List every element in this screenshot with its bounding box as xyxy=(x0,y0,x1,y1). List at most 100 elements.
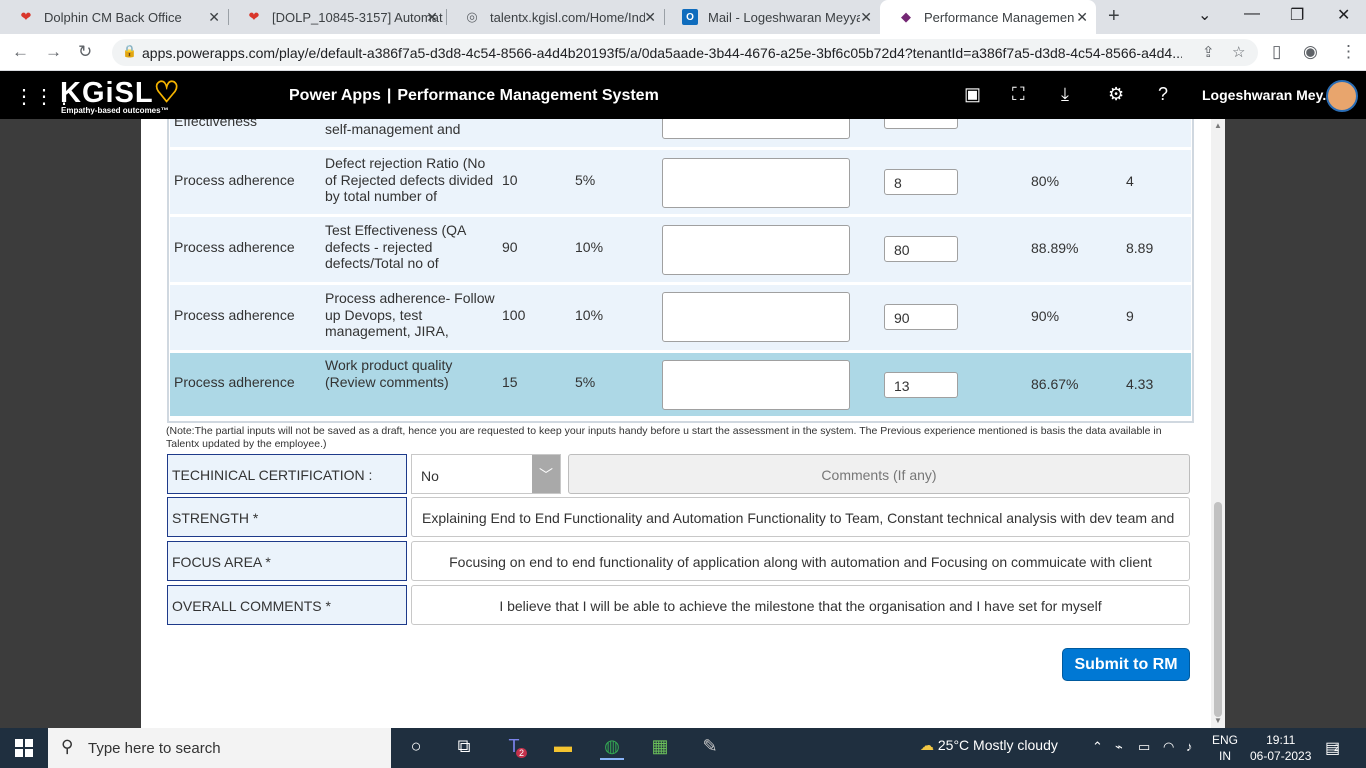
language-indicator[interactable]: ENG IN xyxy=(1212,732,1238,764)
settings-gear-icon[interactable]: ⚙ xyxy=(1108,84,1124,105)
scroll-down-icon[interactable]: ▼ xyxy=(1214,716,1222,725)
browser-tab-performance[interactable]: ◆ Performance Management S ✕ xyxy=(880,0,1096,34)
minimize-icon[interactable]: — xyxy=(1244,5,1260,23)
profile-icon[interactable]: ◉ xyxy=(1303,42,1318,62)
strength-input[interactable]: Explaining End to End Functionality and … xyxy=(411,497,1190,537)
table-row-selected[interactable]: Process adherence Work product quality (… xyxy=(170,353,1191,416)
close-window-icon[interactable]: ✕ xyxy=(1337,5,1350,25)
kpi-score: 9 xyxy=(1126,308,1134,324)
avatar[interactable] xyxy=(1326,80,1358,112)
actual-value-input[interactable]: 90 xyxy=(884,304,958,330)
close-icon[interactable]: ✕ xyxy=(1076,9,1088,26)
table-row[interactable]: Process adherence Defect rejection Ratio… xyxy=(170,150,1191,214)
kpi-weightage: 5% xyxy=(575,374,596,390)
teams-app-icon[interactable]: T2 xyxy=(502,736,528,760)
volume-icon[interactable]: ♪ xyxy=(1186,739,1193,754)
teams-icon[interactable]: ▣ xyxy=(964,84,981,105)
restore-icon[interactable]: ❐ xyxy=(1290,5,1304,25)
tab-title: Mail - Logeshwaran Meyyazh xyxy=(708,9,860,25)
reload-icon[interactable]: ↻ xyxy=(78,42,92,62)
share-icon[interactable]: ⇪ xyxy=(1202,43,1215,61)
logo-tagline: Empathy-based outcomes™ xyxy=(61,106,169,115)
kgisl-heart-icon: ❤ xyxy=(248,9,260,24)
weather-widget[interactable]: ☁ 25°C Mostly cloudy xyxy=(920,737,1058,754)
certification-comments-input[interactable]: Comments (If any) xyxy=(568,454,1190,494)
canvas-scrollbar[interactable]: ▲ ▼ xyxy=(1211,119,1225,728)
tab-search-icon[interactable]: ⌄ xyxy=(1198,5,1211,25)
achievement-input[interactable] xyxy=(662,292,850,342)
focus-area-input[interactable]: Focusing on end to end functionality of … xyxy=(411,541,1190,581)
taskbar-search[interactable]: ⚲ Type here to search xyxy=(48,728,391,768)
table-row[interactable]: Effectiveness self-management and xyxy=(170,119,1191,147)
windows-taskbar: ⚲ Type here to search ○ ⧉ T2 ▬ ◍ ▦ ✎ ☁ 2… xyxy=(0,728,1366,768)
close-icon[interactable]: ✕ xyxy=(860,9,872,26)
kpi-weightage: 10% xyxy=(575,239,604,255)
task-view-icon[interactable]: ⧉ xyxy=(452,736,476,760)
kpi-description: Defect rejection Ratio (No of Rejected d… xyxy=(325,155,494,205)
weather-text: 25°C Mostly cloudy xyxy=(937,737,1058,753)
taskbar-clock[interactable]: 19:11 06-07-2023 xyxy=(1250,732,1311,764)
browser-tab-talentx[interactable]: ◎ talentx.kgisl.com/Home/Inde ✕ xyxy=(446,0,664,34)
user-name[interactable]: Logeshwaran Mey... xyxy=(1202,87,1334,103)
overall-comments-input[interactable]: I believe that I will be able to achieve… xyxy=(411,585,1190,625)
show-hidden-icons-icon[interactable]: ⌃ xyxy=(1092,739,1103,755)
logo-text: KGiSL xyxy=(60,77,154,109)
kpi-description: Test Effectiveness (QA defects - rejecte… xyxy=(325,222,466,273)
help-icon[interactable]: ? xyxy=(1158,84,1168,105)
new-tab-icon[interactable]: + xyxy=(1108,5,1120,28)
url-text[interactable]: apps.powerapps.com/play/e/default-a386f7… xyxy=(142,45,1182,61)
actual-value-input[interactable]: 13 xyxy=(884,372,958,398)
actual-value-input[interactable] xyxy=(884,119,958,129)
wifi-icon[interactable]: ◠ xyxy=(1163,739,1174,755)
network-icon[interactable]: ⌁ xyxy=(1115,739,1123,755)
achievement-input[interactable] xyxy=(662,119,850,139)
spreadsheet-app-icon[interactable]: ▦ xyxy=(648,736,672,760)
browser-toolbar: ← → ↻ 🔒 apps.powerapps.com/play/e/defaul… xyxy=(0,34,1366,71)
tab-title: Dolphin CM Back Office xyxy=(44,9,182,25)
menu-kebab-icon[interactable]: ⋮ xyxy=(1340,42,1357,62)
fit-to-screen-icon[interactable]: ⛶ xyxy=(1012,84,1025,105)
actual-value-input[interactable]: 80 xyxy=(884,236,958,262)
browser-tab-bar: ❤ Dolphin CM Back Office ✕ ❤ [DOLP_10845… xyxy=(0,0,1366,34)
overall-comments-label: OVERALL COMMENTS * xyxy=(167,585,407,625)
close-icon[interactable]: ✕ xyxy=(208,9,220,26)
kpi-score: 4 xyxy=(1126,173,1134,189)
chevron-down-icon[interactable]: ﹀ xyxy=(532,455,560,493)
sidebar-icon[interactable]: ▯ xyxy=(1272,42,1281,62)
achievement-input[interactable] xyxy=(662,360,850,410)
tab-title: Performance Management S xyxy=(924,9,1074,25)
submit-to-rm-button[interactable]: Submit to RM xyxy=(1062,648,1190,681)
battery-icon[interactable]: ▭ xyxy=(1138,739,1150,755)
actual-value-input[interactable]: 8 xyxy=(884,169,958,195)
cortana-icon[interactable]: ○ xyxy=(404,736,428,760)
scrollbar-thumb[interactable] xyxy=(1214,502,1222,717)
certification-label: TECHINICAL CERTIFICATION : xyxy=(167,454,407,494)
browser-tab-jira[interactable]: ❤ [DOLP_10845-3157] Automat ✕ xyxy=(228,0,446,34)
notification-center-icon[interactable]: ▤ 2 xyxy=(1325,738,1340,758)
table-row[interactable]: Process adherence Process adherence- Fol… xyxy=(170,285,1191,350)
kpi-category: Process adherence xyxy=(174,307,295,323)
search-icon: ⚲ xyxy=(61,737,74,756)
browser-tab-dolphin[interactable]: ❤ Dolphin CM Back Office ✕ xyxy=(0,0,228,34)
app-title: Power Apps | Performance Management System xyxy=(289,87,659,105)
kpi-target: 15 xyxy=(502,374,518,390)
achievement-input[interactable] xyxy=(662,158,850,208)
back-icon[interactable]: ← xyxy=(12,42,29,62)
close-icon[interactable]: ✕ xyxy=(644,9,656,26)
browser-tab-mail[interactable]: O Mail - Logeshwaran Meyyazh ✕ xyxy=(664,0,880,34)
table-row[interactable]: Process adherence Test Effectiveness (QA… xyxy=(170,217,1191,282)
address-bar[interactable]: 🔒 apps.powerapps.com/play/e/default-a386… xyxy=(112,39,1258,66)
kpi-weightage: 5% xyxy=(575,172,596,188)
chrome-icon[interactable]: ◍ xyxy=(600,736,624,760)
close-icon[interactable]: ✕ xyxy=(426,9,438,26)
achievement-input[interactable] xyxy=(662,225,850,275)
windows-start-icon[interactable] xyxy=(15,739,33,757)
forward-icon[interactable]: → xyxy=(45,42,62,62)
scroll-up-icon[interactable]: ▲ xyxy=(1214,121,1222,130)
download-icon[interactable]: ⤓ xyxy=(1061,84,1069,105)
paint-app-icon[interactable]: ✎ xyxy=(698,736,722,760)
kpi-target: 10 xyxy=(502,172,518,188)
bookmark-star-icon[interactable]: ☆ xyxy=(1232,43,1245,61)
kpi-category: Effectiveness xyxy=(174,119,258,129)
file-explorer-icon[interactable]: ▬ xyxy=(551,736,575,760)
